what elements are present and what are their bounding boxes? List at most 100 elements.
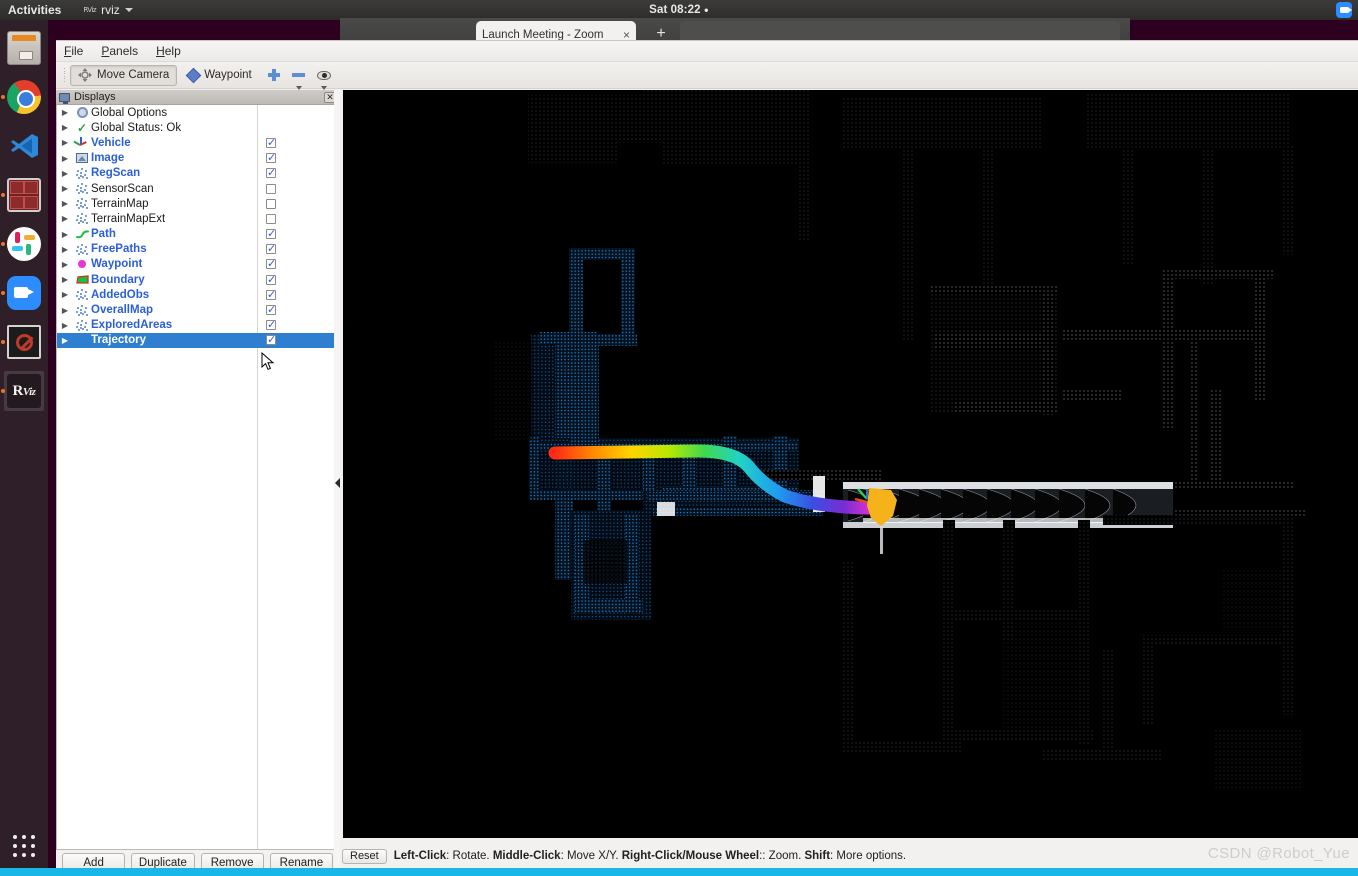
display-item-label: Path <box>91 228 266 240</box>
display-item-checkbox-cell <box>266 138 338 148</box>
dock-item-blocked-terminal[interactable] <box>4 322 44 362</box>
mouse-hint-text: Left-Click: Rotate. Middle-Click: Move X… <box>394 850 906 862</box>
display-item-checkbox[interactable] <box>266 305 276 315</box>
display-item-icon <box>73 275 91 285</box>
dock-item-files[interactable] <box>4 28 44 68</box>
dock-item-vscode[interactable] <box>4 126 44 166</box>
display-item-checkbox[interactable] <box>266 244 276 254</box>
display-item-regscan[interactable]: ▶RegScan <box>57 166 338 181</box>
expand-arrow-icon[interactable]: ▶ <box>57 230 73 239</box>
menu-help[interactable]: Help <box>156 44 181 58</box>
panel-splitter-handle[interactable] <box>334 90 340 876</box>
display-item-addedobs[interactable]: ▶AddedObs <box>57 287 338 302</box>
expand-arrow-icon[interactable]: ▶ <box>57 245 73 254</box>
menu-file[interactable]: File <box>64 44 83 58</box>
display-item-label: TerrainMapExt <box>91 213 266 225</box>
display-item-freepaths[interactable]: ▶ FreePaths <box>57 242 338 257</box>
expand-arrow-icon[interactable]: ▶ <box>57 260 73 269</box>
displays-panel: Displays ✕ ▶Global Options▶✓Global Statu… <box>56 90 340 876</box>
display-item-icon <box>73 153 91 163</box>
axes-icon <box>76 137 88 149</box>
toolbar-grip[interactable] <box>62 66 67 84</box>
expand-arrow-icon[interactable]: ▶ <box>57 138 73 147</box>
display-item-vehicle[interactable]: ▶ Vehicle <box>57 135 338 150</box>
expand-arrow-icon[interactable]: ▶ <box>57 169 73 178</box>
display-item-exploredareas[interactable]: ▶ ExploredAreas <box>57 318 338 333</box>
display-item-checkbox[interactable] <box>266 184 276 194</box>
dock-item-slack[interactable] <box>4 224 44 264</box>
display-item-checkbox-cell <box>266 214 338 224</box>
display-item-checkbox[interactable] <box>266 335 276 345</box>
display-item-image[interactable]: ▶Image <box>57 151 338 166</box>
display-item-trajectory[interactable]: ▶Trajectory <box>57 333 338 348</box>
display-item-checkbox[interactable] <box>266 275 276 285</box>
display-item-global-options[interactable]: ▶Global Options <box>57 105 338 120</box>
expand-arrow-icon[interactable]: ▶ <box>57 321 73 330</box>
zoom-camera-icon[interactable] <box>1336 2 1352 18</box>
plus-icon[interactable] <box>263 64 285 86</box>
display-item-boundary[interactable]: ▶ Boundary <box>57 272 338 287</box>
expand-arrow-icon[interactable]: ▶ <box>57 290 73 299</box>
expand-arrow-icon[interactable]: ▶ <box>57 184 73 193</box>
display-item-checkbox[interactable] <box>266 199 276 209</box>
display-item-checkbox-cell <box>266 229 338 239</box>
display-item-global-status-ok[interactable]: ▶ ✓ Global Status: Ok <box>57 120 338 135</box>
display-item-label: Boundary <box>91 274 266 286</box>
reset-button[interactable]: Reset <box>342 849 387 864</box>
expand-arrow-icon[interactable]: ▶ <box>57 275 73 284</box>
minus-icon[interactable] <box>288 64 310 86</box>
watermark: CSDN @Robot_Yue <box>1208 845 1350 862</box>
display-item-checkbox[interactable] <box>266 168 276 178</box>
display-item-sensorscan[interactable]: ▶SensorScan <box>57 181 338 196</box>
display-item-checkbox[interactable] <box>266 214 276 224</box>
display-item-checkbox[interactable] <box>266 229 276 239</box>
display-item-icon <box>73 213 91 224</box>
display-item-label: Vehicle <box>91 137 266 149</box>
path-icon <box>76 230 89 239</box>
expand-arrow-icon[interactable]: ▶ <box>57 336 73 345</box>
display-item-label: ExploredAreas <box>91 319 266 331</box>
move-camera-tool-button[interactable]: Move Camera <box>70 65 177 86</box>
display-item-checkbox-cell <box>266 305 338 315</box>
expand-arrow-icon[interactable]: ▶ <box>57 154 73 163</box>
display-item-terrainmap[interactable]: ▶TerrainMap <box>57 196 338 211</box>
dock-item-terminal[interactable] <box>4 175 44 215</box>
clock-button[interactable]: Sat 08:22 ● <box>0 4 1358 16</box>
dock-item-rviz[interactable]: RViz <box>4 371 44 411</box>
tool-bar: Move Camera Waypoint <box>56 62 1358 89</box>
main-body: Displays ✕ ▶Global Options▶✓Global Statu… <box>56 90 1358 876</box>
display-item-checkbox[interactable] <box>266 320 276 330</box>
display-item-path[interactable]: ▶ Path <box>57 227 338 242</box>
expand-arrow-icon[interactable]: ▶ <box>57 199 73 208</box>
display-item-label: Global Status: Ok <box>91 122 266 134</box>
pointcloud-icon <box>76 320 89 331</box>
display-item-terrainmapext[interactable]: ▶ TerrainMapExt <box>57 211 338 226</box>
files-icon <box>7 31 41 65</box>
display-item-icon <box>73 305 91 316</box>
menu-panels[interactable]: Panels <box>101 44 138 58</box>
display-item-overallmap[interactable]: ▶OverallMap <box>57 302 338 317</box>
displays-tree[interactable]: ▶Global Options▶✓Global Status: Ok▶Vehic… <box>56 105 339 850</box>
waypoint-tool-button[interactable]: Waypoint <box>180 65 260 86</box>
display-item-waypoint[interactable]: ▶Waypoint <box>57 257 338 272</box>
display-item-checkbox[interactable] <box>266 259 276 269</box>
render-area: Reset Left-Click: Rotate. Middle-Click: … <box>340 90 1358 876</box>
display-item-checkbox[interactable] <box>266 290 276 300</box>
check-icon: ✓ <box>77 123 87 133</box>
app-grid-icon[interactable] <box>4 826 44 866</box>
dock-item-zoom[interactable] <box>4 273 44 313</box>
3d-viewport[interactable] <box>343 90 1358 838</box>
display-item-icon <box>73 260 91 268</box>
expand-arrow-icon[interactable]: ▶ <box>57 123 73 132</box>
eye-icon[interactable] <box>313 64 335 86</box>
display-item-checkbox[interactable] <box>266 153 276 163</box>
system-tray <box>1336 2 1352 18</box>
display-item-checkbox[interactable] <box>266 138 276 148</box>
expand-arrow-icon[interactable]: ▶ <box>57 214 73 223</box>
display-item-label: FreePaths <box>91 243 266 255</box>
expand-arrow-icon[interactable]: ▶ <box>57 306 73 315</box>
clock-label: Sat 08:22 <box>649 4 700 16</box>
display-item-checkbox-cell <box>266 199 338 209</box>
dock-item-chrome[interactable] <box>4 77 44 117</box>
expand-arrow-icon[interactable]: ▶ <box>57 108 73 117</box>
